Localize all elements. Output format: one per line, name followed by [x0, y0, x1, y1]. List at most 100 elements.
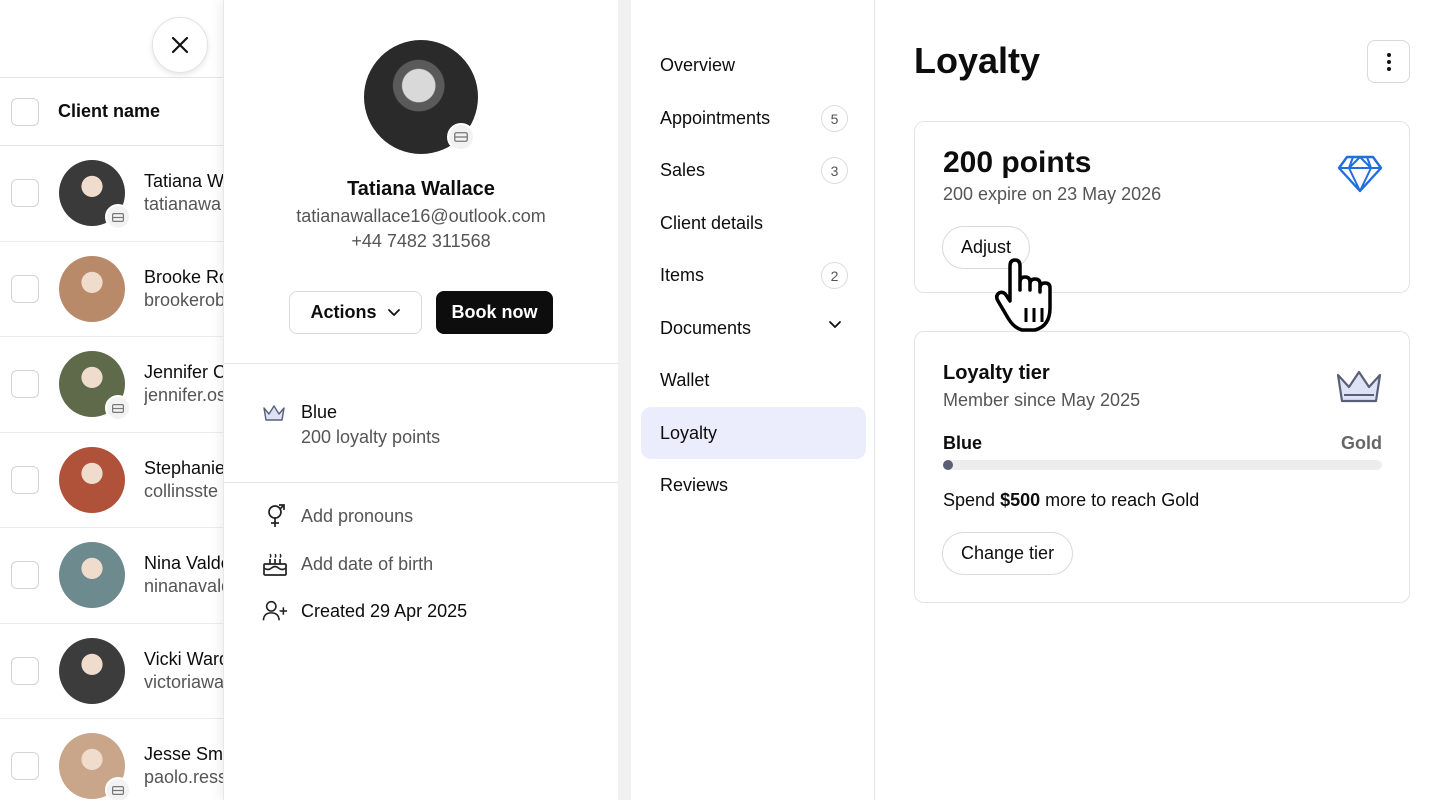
client-email: jennifer.os	[144, 385, 224, 406]
avatar	[59, 637, 125, 704]
client-email: collinsste	[144, 480, 219, 501]
client-email: tatianawa	[144, 194, 222, 215]
nav-item-reviews[interactable]: Reviews	[641, 459, 866, 511]
avatar	[59, 733, 131, 800]
birthday-cake-icon	[263, 553, 287, 576]
client-email: victoriawa	[144, 671, 224, 692]
nav-item-loyalty[interactable]: Loyalty	[641, 407, 866, 459]
nav-item-items[interactable]: Items 2	[641, 249, 866, 301]
avatar	[59, 160, 131, 231]
close-button[interactable]	[152, 17, 208, 73]
crown-icon	[263, 405, 285, 421]
book-now-button[interactable]: Book now	[436, 291, 553, 334]
count-badge: 2	[821, 262, 848, 289]
avatar	[59, 446, 125, 513]
client-email: paolo.ress	[144, 767, 224, 788]
card-badge-icon	[105, 204, 131, 231]
nav-item-sales[interactable]: Sales 3	[641, 144, 866, 196]
tier-progress-fill	[943, 460, 953, 470]
hand-cursor-icon	[994, 258, 1052, 332]
client-cell: Vicki Ward victoriawa	[144, 648, 224, 694]
points-expiry: 200 expire on 23 May 2026	[943, 184, 1162, 204]
avatar	[59, 542, 125, 609]
client-name: Vicki Ward	[144, 648, 224, 669]
loyalty-section: Loyalty 200 points 200 expire on 23 May …	[876, 0, 1440, 800]
close-icon	[171, 36, 189, 54]
gender-icon	[268, 504, 285, 527]
add-date-of-birth-row[interactable]: Add date of birth	[262, 551, 433, 577]
row-checkbox[interactable]	[11, 370, 39, 399]
nav-item-label: Documents	[660, 317, 752, 338]
client-cell: Jesse Smit paolo.ress	[144, 743, 224, 789]
list-header: Client name	[0, 78, 240, 146]
more-vertical-icon	[1386, 52, 1391, 71]
diamond-icon	[1337, 155, 1383, 193]
row-checkbox[interactable]	[11, 752, 39, 781]
crown-icon	[1336, 370, 1382, 403]
select-all-checkbox[interactable]	[11, 97, 39, 126]
table-row[interactable]: Nina Valde ninanavald	[0, 528, 240, 624]
column-header-client-name[interactable]: Client name	[58, 101, 160, 122]
actions-label: Actions	[310, 302, 377, 322]
client-email: ninanavald	[144, 576, 224, 597]
created-date-row: Created 29 Apr 2025	[262, 599, 467, 623]
nav-item-documents[interactable]: Documents	[641, 302, 866, 354]
row-checkbox[interactable]	[11, 179, 39, 208]
client-email: tatianawallace16@outlook.com	[296, 206, 546, 226]
nav-item-wallet[interactable]: Wallet	[641, 354, 866, 406]
tier-summary: Blue 200 loyalty points	[262, 402, 440, 448]
client-name: Tatiana W	[144, 171, 224, 192]
card-badge-icon	[105, 395, 131, 422]
client-name: Jennifer C	[144, 362, 224, 383]
current-tier-label: Blue	[943, 433, 983, 453]
more-options-button[interactable]	[1367, 40, 1410, 83]
nav-item-overview[interactable]: Overview	[641, 39, 866, 91]
next-tier-label: Gold	[1341, 433, 1382, 453]
tier-progress-bar	[943, 460, 1382, 470]
chevron-down-icon	[829, 321, 841, 328]
row-checkbox[interactable]	[11, 656, 39, 685]
table-row[interactable]: Vicki Ward victoriawa	[0, 624, 240, 719]
change-tier-button[interactable]: Change tier	[942, 532, 1074, 575]
page-title: Loyalty	[914, 40, 1041, 81]
card-badge-icon	[447, 123, 475, 151]
table-row[interactable]: Brooke Ro brookerob	[0, 242, 240, 337]
chevron-down-icon	[387, 309, 400, 316]
client-list: Client name Tatiana Wtatianawa Brooke Ro b…	[0, 0, 240, 800]
table-row[interactable]: Jesse Smit paolo.ress	[0, 719, 240, 800]
tier-name: Blue	[301, 402, 338, 422]
spend-amount: $500	[1000, 490, 1041, 510]
row-checkbox[interactable]	[11, 561, 39, 590]
nav-item-appointments[interactable]: Appointments 5	[641, 92, 866, 144]
client-name: Jesse Smit	[144, 744, 224, 765]
points-card: 200 points 200 expire on 23 May 2026 Adj…	[914, 121, 1410, 293]
created-date-label: Created 29 Apr 2025	[301, 600, 468, 621]
spend-to-next-tier: Spend $500 more to reach Gold	[943, 490, 1199, 511]
nav-item-label: Appointments	[660, 107, 771, 128]
client-phone: +44 7482 311568	[351, 231, 491, 251]
client-email: brookerob	[144, 289, 224, 310]
client-rows: Tatiana Wtatianawa Brooke Ro brookerob Jenn…	[0, 146, 240, 800]
row-checkbox[interactable]	[11, 465, 39, 494]
count-badge: 3	[821, 157, 848, 184]
tier-points: 200 loyalty points	[301, 427, 441, 447]
client-cell: Jennifer Cjennifer.os	[144, 361, 224, 407]
spend-prefix: Spend	[943, 490, 996, 510]
actions-button[interactable]: Actions	[289, 291, 422, 334]
divider	[224, 482, 618, 483]
table-row[interactable]: Tatiana Wtatianawa	[0, 146, 240, 242]
spend-suffix: more to reach Gold	[1045, 490, 1200, 510]
divider	[224, 363, 618, 364]
table-row[interactable]: Stephanie collinsste	[0, 433, 240, 528]
nav-item-client-details[interactable]: Client details	[641, 197, 866, 249]
client-cell: Tatiana Wtatianawa	[144, 170, 224, 216]
add-pronouns-row[interactable]: Add pronouns	[262, 503, 413, 529]
row-checkbox[interactable]	[11, 274, 39, 303]
loyalty-tier-card: Loyalty tier Member since May 2025 Blue …	[914, 331, 1410, 603]
nav-item-label: Client details	[660, 212, 764, 233]
table-row[interactable]: Jennifer Cjennifer.os	[0, 337, 240, 433]
add-date-of-birth-label: Add date of birth	[301, 553, 434, 574]
user-add-icon	[262, 600, 288, 621]
nav-item-label: Reviews	[660, 474, 729, 495]
add-pronouns-label: Add pronouns	[301, 505, 414, 526]
